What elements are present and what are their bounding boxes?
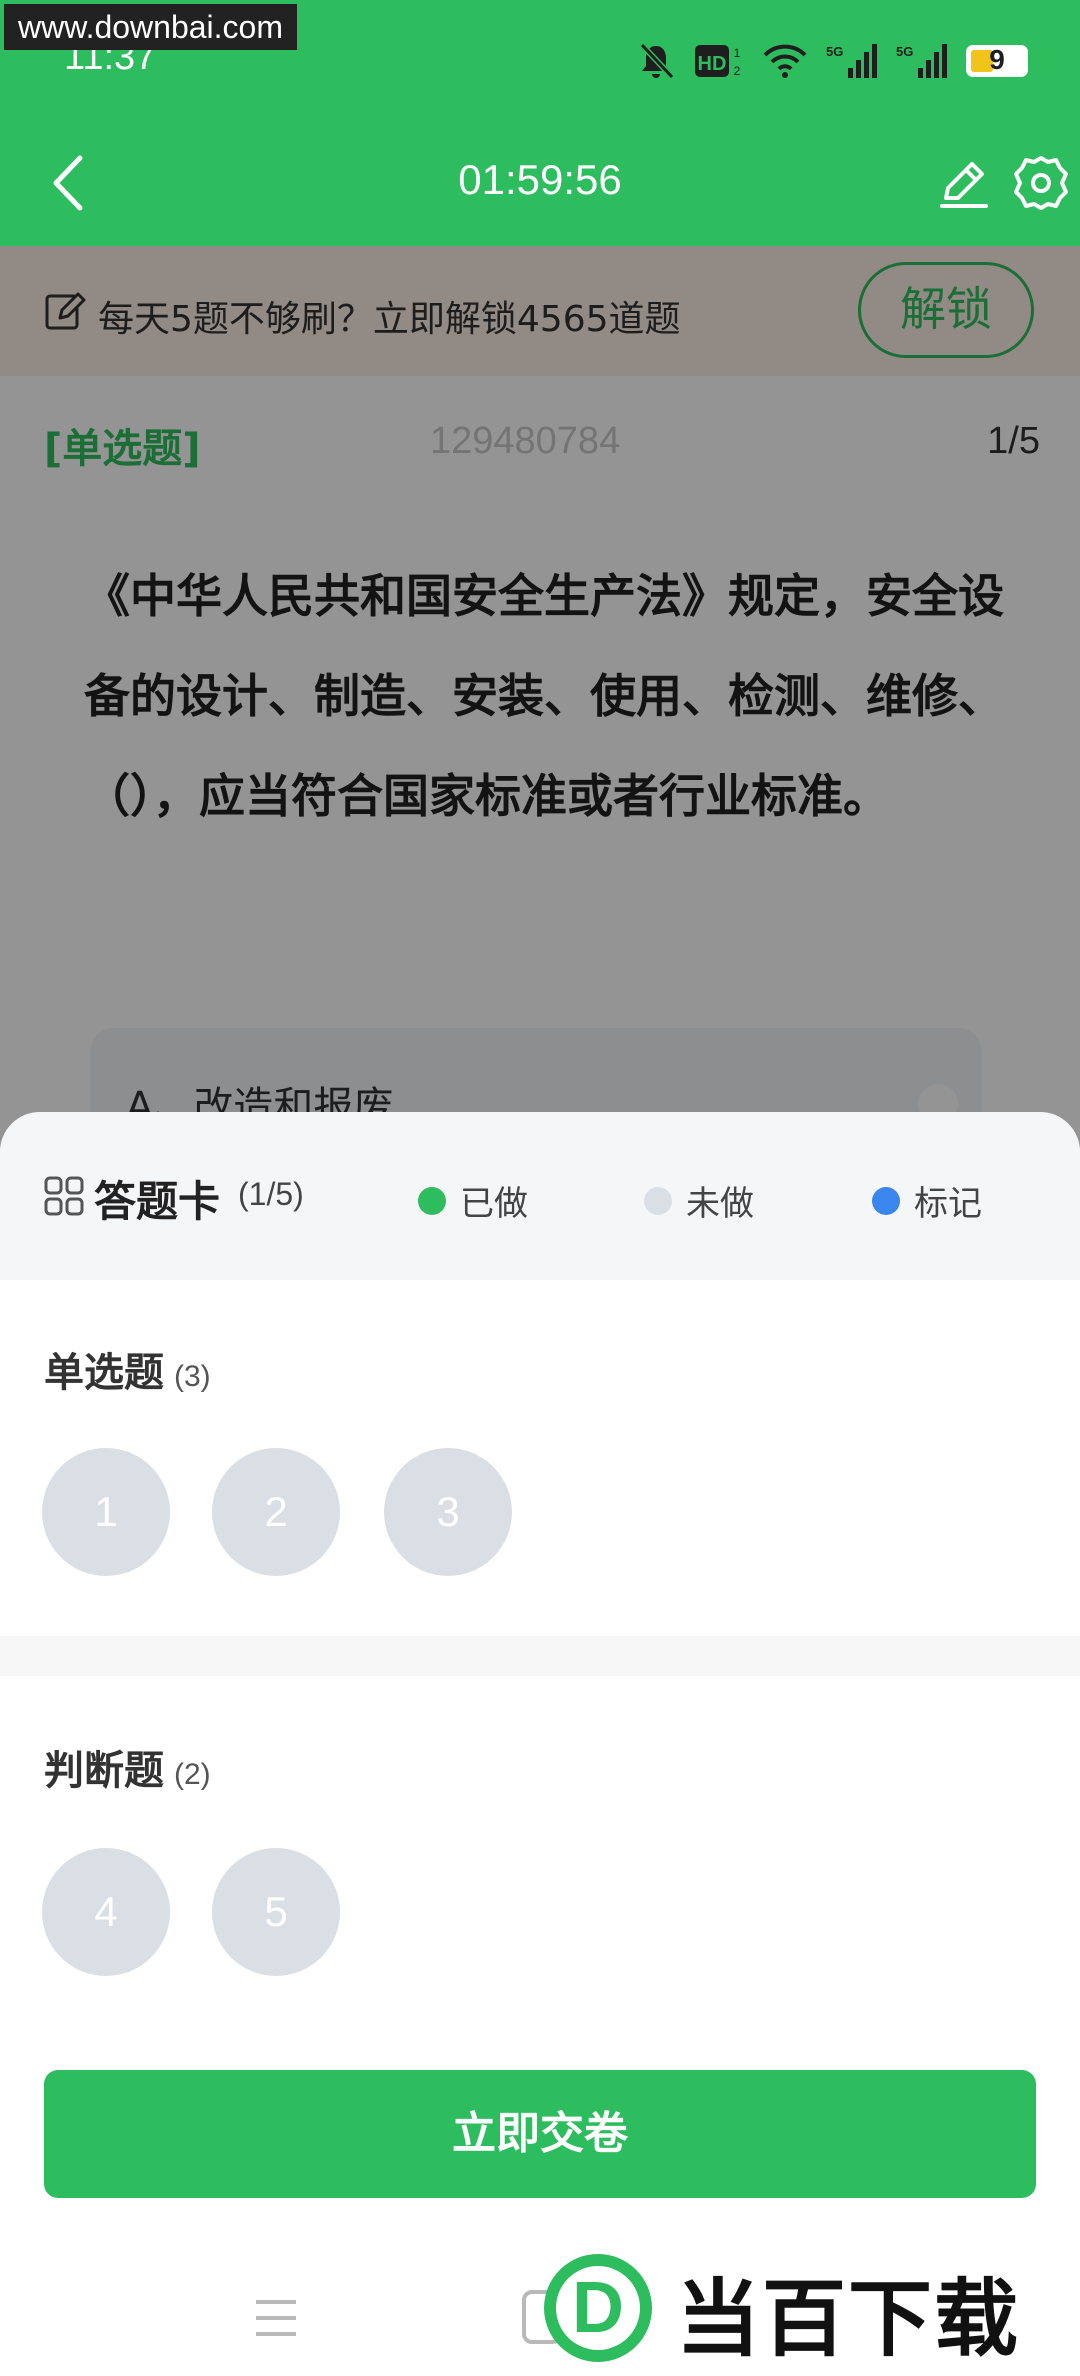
section-judge-count: (2) (174, 1758, 211, 1791)
gear-icon (1014, 156, 1068, 210)
edit-icon (940, 162, 988, 208)
question-number-button[interactable]: 1 (42, 1448, 170, 1576)
menu-icon[interactable] (254, 2298, 298, 2338)
header: 01:59:56 (0, 120, 1080, 246)
screen: 11:37 HD 1 2 5G 5G 9 www.downbai.com 01:… (0, 0, 1080, 2376)
battery-icon: 9 (966, 44, 1028, 77)
status-icons: HD 1 2 5G 5G 9 (636, 36, 1028, 86)
svg-text:1: 1 (734, 46, 741, 60)
exam-timer: 01:59:56 (458, 156, 622, 203)
bell-off-icon (636, 41, 676, 81)
battery-level: 9 (989, 44, 1005, 75)
section-divider (0, 1636, 1080, 1676)
status-bar: 11:37 HD 1 2 5G 5G 9 www.downbai.com (0, 0, 1080, 120)
brand-text: 当百下载 (676, 2270, 1021, 2368)
section-judge-label: 判断题 (44, 1748, 164, 1794)
answer-card-header: 答题卡 (1/5) 已做 未做 标记 (0, 1112, 1080, 1280)
legend-marked-dot (872, 1186, 900, 1215)
question-number-button[interactable]: 3 (384, 1448, 512, 1576)
legend-done-label: 已做 (460, 1184, 528, 1224)
legend-undone-label: 未做 (686, 1184, 754, 1224)
signal-5g-icon: 5G (826, 42, 878, 80)
legend-done-dot (418, 1186, 446, 1215)
svg-text:HD: HD (698, 53, 727, 75)
legend-done: 已做 (418, 1176, 528, 1225)
settings-button[interactable] (1012, 154, 1070, 212)
svg-text:5G: 5G (896, 44, 913, 59)
svg-text:D: D (572, 2268, 624, 2348)
brand-logo: D (544, 2254, 652, 2362)
svg-text:5G: 5G (826, 44, 843, 59)
answer-card-sheet: 答题卡 (1/5) 已做 未做 标记 单选题 (3) 1 2 3 判断题 (2) (0, 1112, 1080, 2376)
section-title-judge: 判断题 (2) (44, 1738, 211, 1796)
section-title-single: 单选题 (3) (44, 1340, 211, 1398)
legend-marked: 标记 (872, 1176, 982, 1225)
question-number-button[interactable]: 5 (212, 1848, 340, 1976)
wifi-icon (762, 43, 808, 79)
edit-button[interactable] (936, 156, 992, 212)
legend-undone: 未做 (644, 1176, 754, 1225)
answer-card-count: (1/5) (238, 1176, 304, 1212)
answer-card-title: 答题卡 (94, 1177, 221, 1226)
hd-icon: HD 1 2 (694, 43, 744, 79)
svg-text:2: 2 (734, 64, 741, 78)
section-single-count: (3) (174, 1360, 211, 1393)
question-number-button[interactable]: 4 (42, 1848, 170, 1976)
grid-icon (44, 1176, 84, 1216)
section-single-label: 单选题 (44, 1350, 164, 1396)
legend-undone-dot (644, 1186, 672, 1215)
submit-exam-button[interactable]: 立即交卷 (44, 2070, 1036, 2198)
legend-marked-label: 标记 (914, 1184, 982, 1224)
signal-5g-icon: 5G (896, 42, 948, 80)
question-number-button[interactable]: 2 (212, 1448, 340, 1576)
watermark: www.downbai.com (4, 4, 297, 50)
